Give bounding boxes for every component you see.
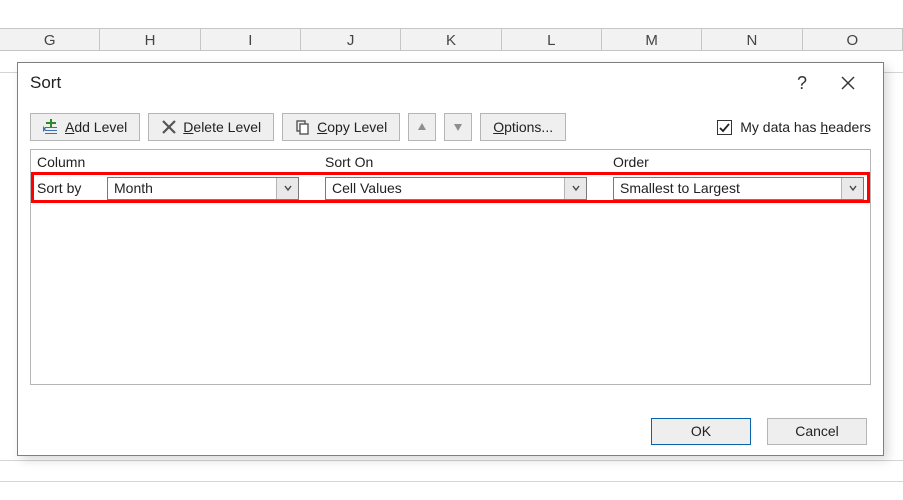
dropdown-arrow-icon — [564, 178, 586, 199]
order-combobox[interactable]: Smallest to Largest — [613, 177, 864, 200]
delete-level-button[interactable]: Delete Level — [148, 113, 274, 141]
add-level-icon — [43, 119, 59, 135]
col-header[interactable]: H — [100, 29, 200, 50]
col-header[interactable]: L — [502, 29, 602, 50]
sheet-row — [0, 460, 903, 482]
cancel-button[interactable]: Cancel — [767, 418, 867, 445]
dialog-footer: OK Cancel — [18, 407, 883, 455]
column-combobox[interactable]: Month — [107, 177, 299, 200]
dialog-toolbar: Add Level Delete Level Copy Level Option… — [18, 103, 883, 149]
col-header[interactable]: I — [201, 29, 301, 50]
close-icon — [841, 76, 855, 90]
options-label: Options... — [493, 119, 553, 135]
copy-level-label: Copy Level — [317, 119, 387, 135]
col-header[interactable]: J — [301, 29, 401, 50]
delete-level-label: Delete Level — [183, 119, 261, 135]
headers-checkbox[interactable]: My data has headers — [717, 119, 871, 135]
checkbox-box — [717, 120, 732, 135]
grid-header-row: Column Sort On Order — [31, 150, 870, 174]
col-header[interactable]: O — [803, 29, 903, 50]
copy-level-icon — [295, 119, 311, 135]
grid-header-sorton: Sort On — [319, 151, 607, 173]
column-value: Month — [108, 180, 276, 196]
sort-level-row: Sort by Month Cell Values Smallest to La… — [31, 174, 870, 202]
col-header[interactable]: K — [401, 29, 501, 50]
col-header[interactable]: G — [0, 29, 100, 50]
add-level-label: Add Level — [65, 119, 127, 135]
help-button[interactable]: ? — [779, 63, 825, 103]
ok-button[interactable]: OK — [651, 418, 751, 445]
sort-dialog: Sort ? Add Level Delete Level Copy Level — [17, 62, 884, 456]
sort-levels-grid: Column Sort On Order Sort by Month Cell … — [30, 149, 871, 385]
dialog-titlebar: Sort ? — [18, 63, 883, 103]
chevron-up-icon — [417, 122, 427, 132]
sorton-value: Cell Values — [326, 180, 564, 196]
move-up-button[interactable] — [408, 113, 436, 141]
col-header[interactable]: N — [702, 29, 802, 50]
copy-level-button[interactable]: Copy Level — [282, 113, 400, 141]
add-level-button[interactable]: Add Level — [30, 113, 140, 141]
chevron-down-icon — [453, 122, 463, 132]
order-value: Smallest to Largest — [614, 180, 841, 196]
delete-level-icon — [161, 119, 177, 135]
sorton-combobox[interactable]: Cell Values — [325, 177, 587, 200]
check-icon — [719, 122, 730, 133]
dialog-title: Sort — [30, 73, 61, 93]
spreadsheet-column-headers: G H I J K L M N O — [0, 28, 903, 51]
headers-label: My data has headers — [740, 119, 871, 135]
grid-header-order: Order — [607, 151, 870, 173]
dropdown-arrow-icon — [841, 178, 863, 199]
col-header[interactable]: M — [602, 29, 702, 50]
close-button[interactable] — [825, 63, 871, 103]
dropdown-arrow-icon — [276, 178, 298, 199]
grid-header-column: Column — [31, 151, 319, 173]
options-button[interactable]: Options... — [480, 113, 566, 141]
move-down-button[interactable] — [444, 113, 472, 141]
sort-by-label: Sort by — [37, 180, 107, 196]
